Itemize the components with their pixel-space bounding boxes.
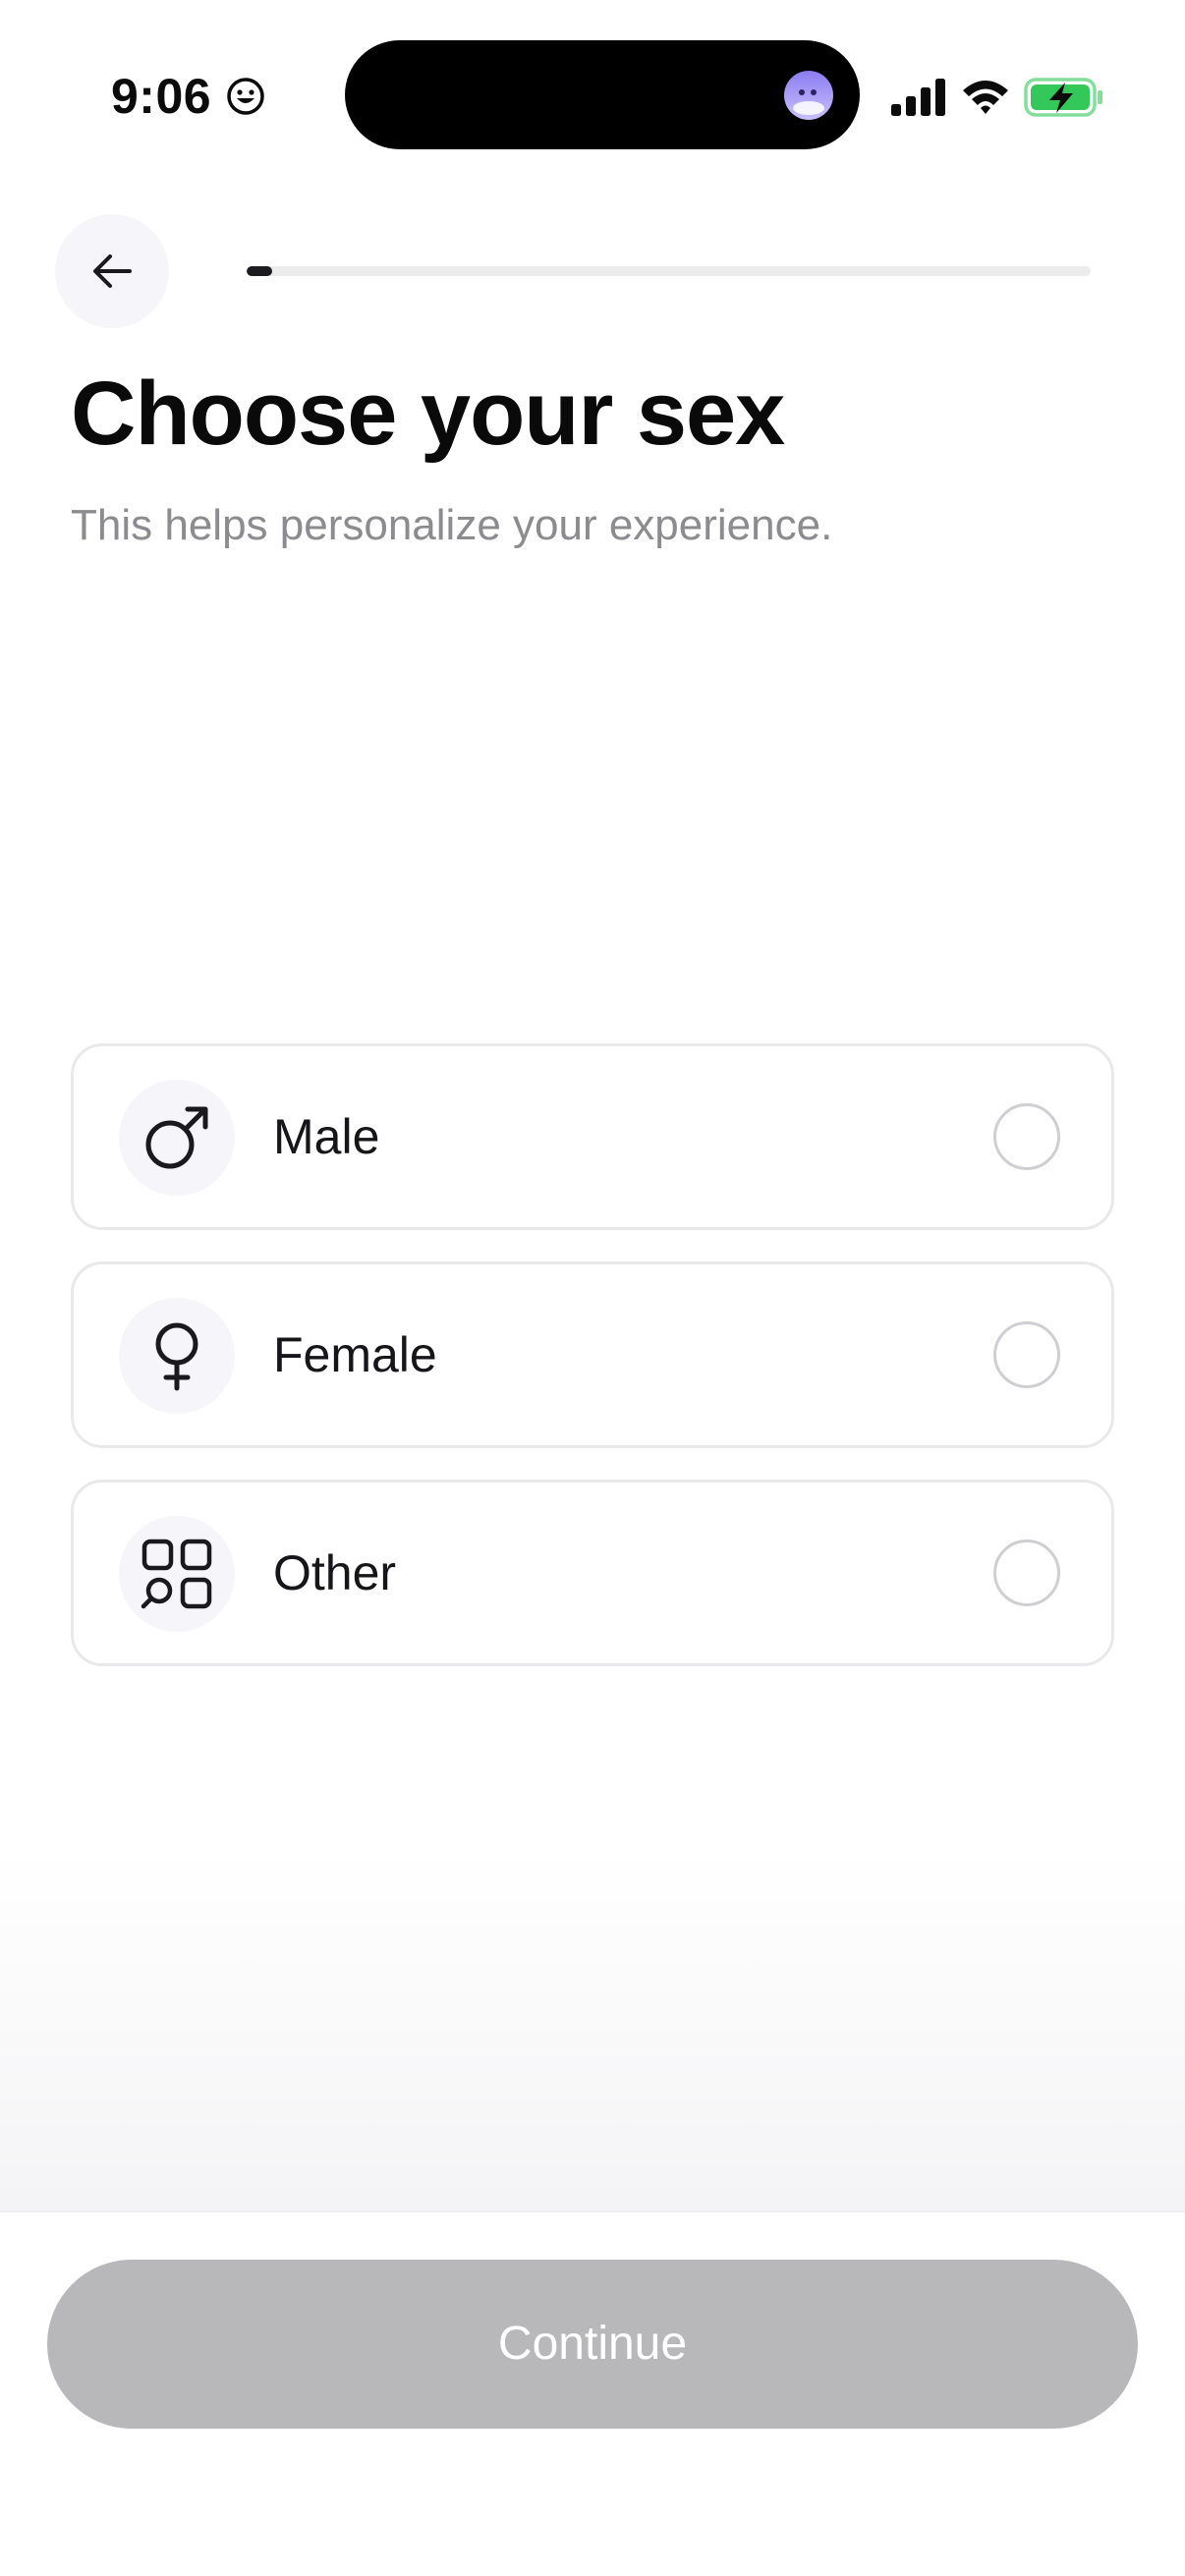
page-subtitle: This helps personalize your experience. <box>71 501 833 549</box>
option-label: Other <box>273 1545 397 1600</box>
wifi-icon <box>963 81 1008 114</box>
status-time: 9:06 <box>111 69 212 124</box>
battery-charging-icon <box>1024 78 1102 117</box>
bottom-fade <box>0 1847 1185 2211</box>
option-other[interactable]: Other <box>71 1480 1114 1666</box>
status-bar: 9:06 <box>0 0 1185 187</box>
continue-button[interactable]: Continue <box>47 2260 1138 2429</box>
signal-icon <box>891 79 945 116</box>
back-button[interactable] <box>55 214 169 328</box>
page-title: Choose your sex <box>71 364 785 464</box>
arrow-left-icon <box>93 254 132 288</box>
sex-options-list: Male Female Other <box>71 1043 1114 1698</box>
option-radio[interactable] <box>993 1540 1060 1606</box>
option-icon-container <box>119 1298 235 1414</box>
option-radio[interactable] <box>993 1103 1060 1170</box>
dynamic-island <box>345 40 860 149</box>
progress-fill <box>247 266 272 276</box>
smiley-icon <box>227 78 264 115</box>
option-female[interactable]: Female <box>71 1261 1114 1448</box>
other-grid-icon <box>141 1539 212 1609</box>
female-symbol-icon <box>155 1322 198 1391</box>
option-radio[interactable] <box>993 1321 1060 1388</box>
option-label: Female <box>273 1327 437 1382</box>
option-male[interactable]: Male <box>71 1043 1114 1230</box>
option-icon-container <box>119 1516 235 1632</box>
male-symbol-icon <box>145 1106 208 1169</box>
option-icon-container <box>119 1080 235 1196</box>
island-avatar-icon <box>784 71 833 120</box>
progress-bar <box>247 266 1091 276</box>
option-label: Male <box>273 1109 380 1164</box>
